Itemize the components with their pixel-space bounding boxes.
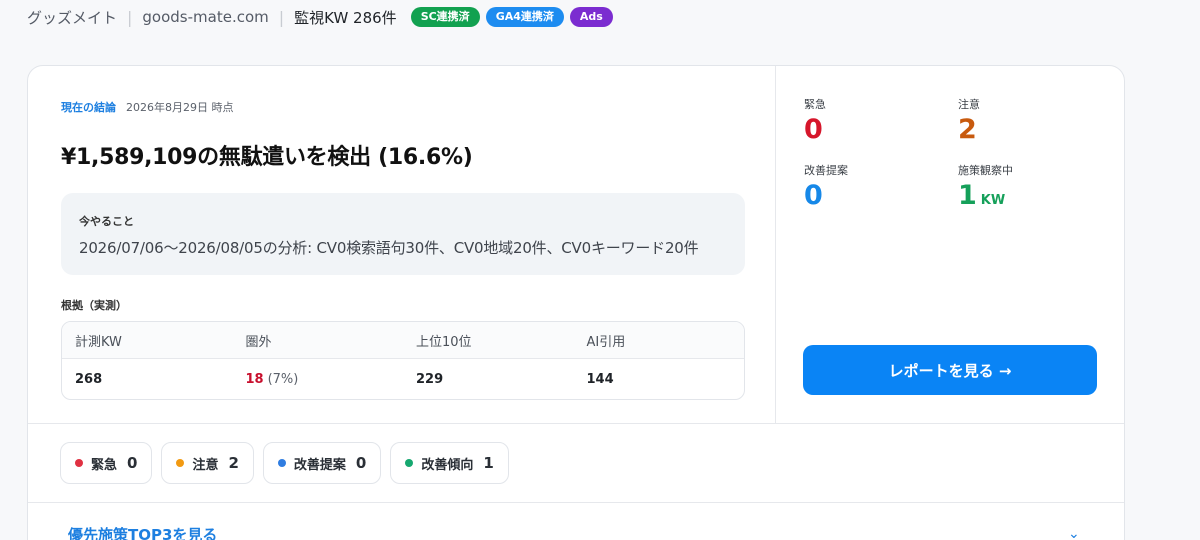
stat-observing-label: 施策観察中 bbox=[958, 164, 1013, 177]
col-top10: 上位10位 bbox=[416, 334, 472, 350]
conclusion-meta: 現在の結論 2026年8月29日 時点 bbox=[61, 99, 743, 115]
stat-suggest-label: 改善提案 bbox=[804, 164, 848, 177]
green-dot-icon bbox=[405, 459, 414, 467]
stat-caution-label: 注意 bbox=[958, 98, 980, 111]
col-ai-citation: AI引用 bbox=[586, 334, 626, 350]
measured-kw-value: 268 bbox=[75, 371, 103, 387]
out-of-rank-value: 18 bbox=[245, 371, 264, 387]
divider: | bbox=[127, 7, 133, 27]
status-chips: 緊急 0 注意 2 改善提案 0 改善傾向 1 bbox=[28, 423, 1124, 503]
stat-caution: 注意 2 bbox=[958, 96, 1112, 146]
red-dot-icon bbox=[75, 459, 83, 467]
orange-dot-icon bbox=[176, 459, 185, 467]
ads-badge: Ads bbox=[569, 7, 613, 27]
site-name: グッズメイト bbox=[27, 8, 118, 27]
stat-urgent-label: 緊急 bbox=[804, 98, 826, 111]
summary-card: 現在の結論 2026年8月29日 時点 ¥1,589,109の無駄遣いを検出 (… bbox=[27, 65, 1125, 540]
conclusion-panel: 現在の結論 2026年8月29日 時点 ¥1,589,109の無駄遣いを検出 (… bbox=[28, 66, 776, 423]
basis-title: 根拠（実測） bbox=[61, 299, 127, 312]
chip-label: 改善傾向 bbox=[421, 457, 474, 473]
ga4-connected-badge: GA4連携済 bbox=[485, 7, 564, 27]
todo-text: 2026/07/06〜2026/08/05の分析: CV0検索語句30件、CV0… bbox=[79, 239, 699, 257]
stat-observing: 施策観察中 1 KW bbox=[958, 162, 1112, 217]
sc-connected-badge: SC連携済 bbox=[410, 7, 480, 27]
table-row: 268 18 (7%) 229 144 bbox=[62, 359, 744, 399]
chip-count: 0 bbox=[355, 454, 367, 472]
stat-suggest-value: 0 bbox=[804, 180, 823, 211]
chip-count: 0 bbox=[127, 454, 138, 472]
ai-citation-value: 144 bbox=[586, 371, 614, 387]
stat-caution-value: 2 bbox=[958, 114, 977, 145]
table-header-row: 計測KW 圏外 上位10位 AI引用 bbox=[62, 322, 744, 359]
col-measured-kw: 計測KW bbox=[75, 334, 122, 350]
col-out-of-rank: 圏外 bbox=[245, 334, 272, 350]
todo-box: 今やること 2026/07/06〜2026/08/05の分析: CV0検索語句3… bbox=[61, 193, 745, 275]
stat-observing-unit: KW bbox=[980, 193, 1006, 208]
todo-title: 今やること bbox=[79, 215, 134, 228]
chip-improving[interactable]: 改善傾向 1 bbox=[390, 442, 509, 484]
chip-count: 1 bbox=[483, 454, 494, 472]
stat-observing-value-wrap: 1 KW bbox=[958, 180, 1112, 217]
waste-headline: ¥1,589,109の無駄遣いを検出 (16.6%) bbox=[61, 145, 473, 170]
monitored-kw-count: 監視KW 286件 bbox=[294, 8, 397, 27]
chip-urgent[interactable]: 緊急 0 bbox=[60, 442, 153, 484]
out-of-rank-percent: (7%) bbox=[267, 371, 299, 387]
top3-link[interactable]: 優先施策TOP3を見る bbox=[68, 524, 217, 540]
chip-label: 注意 bbox=[192, 457, 219, 473]
conclusion-date: 2026年8月29日 時点 bbox=[126, 101, 234, 114]
chip-count: 2 bbox=[228, 454, 239, 472]
stat-suggest: 改善提案 0 bbox=[804, 162, 958, 217]
stat-urgent-value: 0 bbox=[804, 114, 823, 145]
basis-table: 計測KW 圏外 上位10位 AI引用 268 18 (7%) 229 144 bbox=[61, 321, 745, 400]
top-bar: グッズメイト | goods-mate.com | 監視KW 286件 SC連携… bbox=[27, 0, 613, 34]
chip-suggest[interactable]: 改善提案 0 bbox=[262, 442, 382, 484]
chip-caution[interactable]: 注意 2 bbox=[161, 442, 254, 484]
conclusion-label: 現在の結論 bbox=[61, 101, 116, 114]
site-domain: goods-mate.com bbox=[142, 8, 269, 26]
stats-grid: 緊急 0 注意 2 改善提案 0 施策観察中 1 KW bbox=[804, 96, 1099, 217]
chevron-down-icon[interactable]: ⌄ bbox=[1068, 526, 1080, 540]
chip-label: 緊急 bbox=[91, 457, 118, 473]
blue-dot-icon bbox=[277, 459, 286, 467]
divider: | bbox=[278, 7, 285, 27]
stat-observing-value: 1 bbox=[958, 180, 977, 211]
chip-label: 改善提案 bbox=[293, 457, 346, 473]
stat-urgent: 緊急 0 bbox=[804, 96, 958, 146]
stats-panel: 緊急 0 注意 2 改善提案 0 施策観察中 1 KW レポートを見る → bbox=[776, 66, 1124, 423]
top10-value: 229 bbox=[416, 371, 444, 387]
out-of-rank-cell: 18 (7%) bbox=[233, 372, 404, 387]
view-report-button[interactable]: レポートを見る → bbox=[803, 345, 1097, 395]
